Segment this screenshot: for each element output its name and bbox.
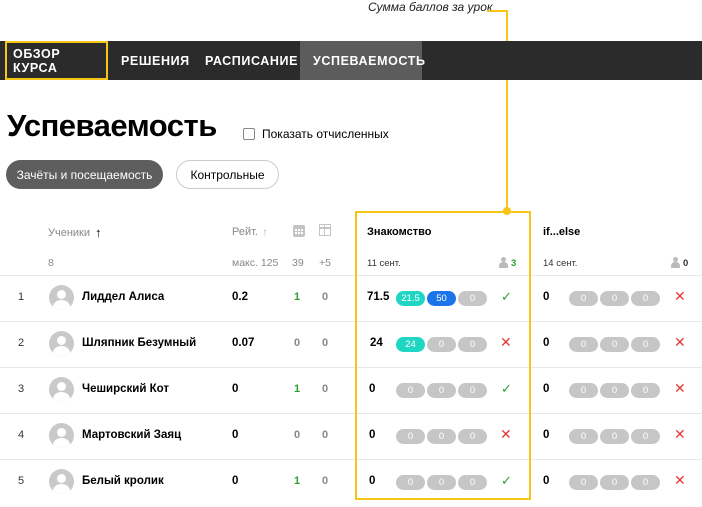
score-pill[interactable]: 0 — [600, 337, 629, 352]
rating-value: 0.2 — [232, 291, 248, 303]
count-2: 0 — [322, 383, 329, 395]
score-pill[interactable]: 0 — [631, 475, 660, 490]
student-name[interactable]: Чеширский Кот — [82, 383, 169, 395]
total-2: +5 — [319, 257, 331, 269]
count-1: 1 — [294, 475, 301, 487]
cross-icon: ✕ — [674, 334, 686, 350]
avatar — [49, 423, 74, 448]
show-expelled-checkbox[interactable] — [243, 128, 255, 140]
count-2: 0 — [322, 291, 329, 303]
rating-value: 0 — [232, 475, 239, 487]
avatar — [49, 331, 74, 356]
score-pill[interactable]: 0 — [569, 291, 598, 306]
rating-value: 0.07 — [232, 337, 255, 349]
nav-solutions[interactable]: РЕШЕНИЯ — [108, 41, 192, 80]
total-1: 39 — [292, 257, 304, 269]
student-name[interactable]: Белый кролик — [82, 475, 164, 487]
score-pill[interactable]: 0 — [569, 475, 598, 490]
lesson-2-date: 14 сент. — [543, 258, 578, 269]
tests-button[interactable]: Контрольные — [176, 160, 279, 189]
score-pill[interactable]: 0 — [600, 475, 629, 490]
cross-icon: ✕ — [674, 426, 686, 442]
divider — [0, 367, 702, 368]
student-name[interactable]: Мартовский Заяц — [82, 429, 181, 441]
rating-header-label: Рейт. — [232, 226, 258, 238]
students-header-label: Ученики — [48, 226, 91, 239]
score-pill[interactable]: 0 — [569, 429, 598, 444]
row-number: 3 — [18, 383, 25, 395]
callout-label: Сумма баллов за урок — [368, 0, 493, 14]
score-pill[interactable]: 0 — [600, 429, 629, 444]
score-pill[interactable]: 0 — [600, 291, 629, 306]
rating-max: макс. 125 — [232, 257, 279, 269]
avatar — [49, 285, 74, 310]
highlight-course-overview — [5, 41, 108, 80]
divider — [0, 275, 702, 276]
avatar — [49, 377, 74, 402]
student-name[interactable]: Лиддел Алиса — [82, 291, 164, 303]
lesson-2-total: 0 — [543, 429, 550, 441]
nav-progress[interactable]: УСПЕВАЕМОСТЬ — [300, 41, 425, 80]
callout-leader-h — [487, 10, 507, 12]
count-2: 0 — [322, 429, 329, 441]
highlight-lesson-column — [355, 211, 531, 500]
row-number: 2 — [18, 337, 25, 349]
nav-schedule[interactable]: РАСПИСАНИЕ — [192, 41, 300, 80]
lesson-2-total: 0 — [543, 291, 550, 303]
cross-icon: ✕ — [674, 380, 686, 396]
avatar — [49, 469, 74, 494]
score-pill[interactable]: 0 — [600, 383, 629, 398]
row-number: 4 — [18, 429, 25, 441]
lesson-2-header[interactable]: if...else — [543, 226, 580, 238]
count-1: 1 — [294, 291, 301, 303]
student-name[interactable]: Шляпник Безумный — [82, 337, 196, 349]
score-pill[interactable]: 0 — [569, 383, 598, 398]
show-expelled-label: Показать отчисленных — [262, 127, 389, 141]
score-pill[interactable]: 0 — [631, 383, 660, 398]
student-count: 8 — [48, 257, 54, 269]
gift-icon — [319, 224, 331, 236]
sort-up-icon: ↑ — [95, 225, 102, 240]
count-1: 0 — [294, 429, 301, 441]
person-icon — [670, 257, 681, 268]
lesson-2-total: 0 — [543, 383, 550, 395]
divider — [0, 459, 702, 460]
score-pill[interactable]: 0 — [569, 337, 598, 352]
cross-icon: ✕ — [674, 288, 686, 304]
cross-icon: ✕ — [674, 472, 686, 488]
divider — [0, 413, 702, 414]
divider — [0, 321, 702, 322]
rating-sort-icon: ↑ — [262, 225, 268, 239]
count-2: 0 — [322, 337, 329, 349]
page-title: Успеваемость — [7, 108, 217, 143]
row-number: 5 — [18, 475, 25, 487]
count-1: 0 — [294, 337, 301, 349]
students-header[interactable]: Ученики ↑ — [48, 225, 102, 240]
rating-header[interactable]: Рейт. ↑ — [232, 225, 268, 239]
score-pill[interactable]: 0 — [631, 291, 660, 306]
lesson-2-total: 0 — [543, 337, 550, 349]
count-2: 0 — [322, 475, 329, 487]
show-expelled-toggle[interactable]: Показать отчисленных — [243, 127, 389, 141]
row-number: 1 — [18, 291, 25, 303]
score-pill[interactable]: 0 — [631, 429, 660, 444]
attendance-button[interactable]: Зачёты и посещаемость — [6, 160, 163, 189]
lesson-2-total: 0 — [543, 475, 550, 487]
lesson-2-count: 0 — [683, 258, 689, 269]
rating-value: 0 — [232, 383, 239, 395]
rating-value: 0 — [232, 429, 239, 441]
count-1: 1 — [294, 383, 301, 395]
calendar-icon — [293, 225, 305, 237]
callout-leader-v — [506, 10, 508, 210]
score-pill[interactable]: 0 — [631, 337, 660, 352]
